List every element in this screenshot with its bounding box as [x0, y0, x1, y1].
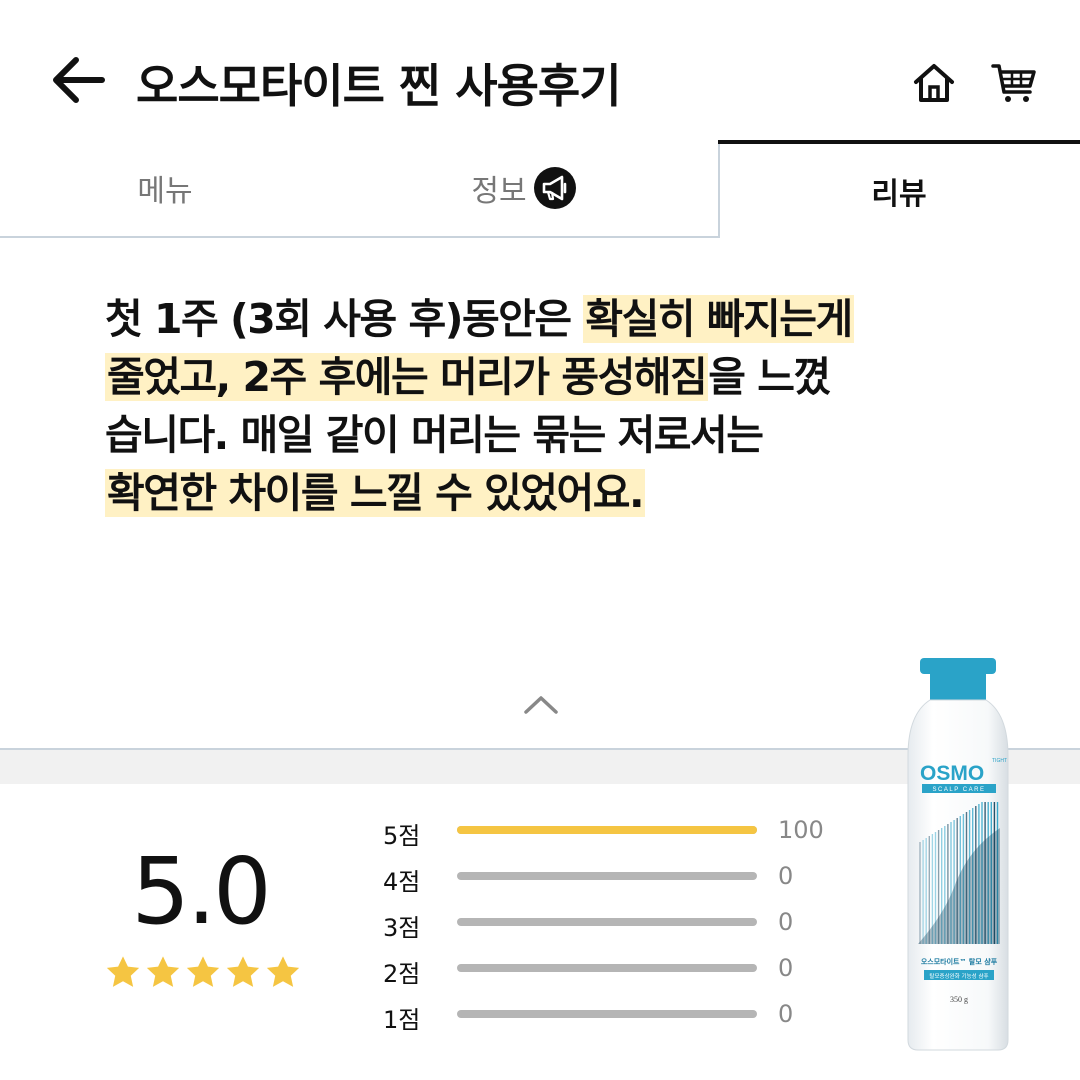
star-icon [186, 956, 220, 987]
tab-menu[interactable]: 메뉴 [0, 140, 330, 238]
cart-icon [991, 64, 1036, 102]
rating-row-count: 0 [778, 954, 794, 982]
home-icon [914, 64, 954, 102]
tab-bar: 메뉴 정보 리뷰 [0, 140, 1080, 238]
rating-row-count: 100 [778, 816, 824, 844]
rating-row: 3점 0 [383, 904, 833, 950]
top-app-bar: 오스모타이트 찐 사용후기 [0, 0, 1080, 140]
tab-menu-label: 메뉴 [137, 174, 193, 209]
review-highlight: 확연한 차이를 느낄 수 있었어요. [105, 469, 646, 517]
megaphone-icon [533, 167, 576, 209]
product-image: OSMO TIGHT SCALP CARE 오스모타이트™ 탈모 샴푸 탈모증상… [907, 658, 1009, 1051]
star-icon [226, 956, 260, 987]
product-weight: 350 g [950, 995, 968, 1004]
average-score: 5.0 [131, 838, 271, 945]
review-line: 첫 1주 (3회 사용 후)동안은 확실히 빠지는게 [105, 290, 935, 348]
product-sub-brand: SCALP CARE [933, 787, 986, 793]
star-icon [146, 956, 180, 987]
back-button[interactable] [48, 52, 108, 108]
tab-info[interactable]: 정보 [330, 140, 720, 238]
home-button[interactable] [910, 58, 958, 106]
rating-bar-track [457, 918, 757, 926]
arrow-left-icon [53, 57, 105, 103]
rating-row: 4점 0 [383, 858, 833, 904]
tab-review-label: 리뷰 [871, 177, 927, 212]
product-desc: 탈모증상완화 기능성 샴푸 [929, 972, 988, 980]
star-icon [266, 956, 300, 987]
rating-row: 1점 0 [383, 996, 833, 1042]
rating-row-label: 1점 [383, 1006, 421, 1034]
review-segment: 을 느꼈 [708, 353, 831, 401]
star-rating [104, 954, 304, 994]
review-segment: 첫 1주 (3회 사용 후)동안은 [105, 295, 584, 343]
rating-row-count: 0 [778, 908, 794, 936]
review-line: 습니다. 매일 같이 머리는 묶는 저로서는 [105, 406, 935, 464]
rating-bar-track [457, 826, 757, 834]
rating-row-count: 0 [778, 862, 794, 890]
product-name: 오스모타이트™ 탈모 샴푸 [921, 957, 998, 966]
review-line: 확연한 차이를 느낄 수 있었어요. [105, 464, 935, 522]
rating-distribution: 5점 100 4점 0 3점 0 2점 0 1점 0 [383, 812, 833, 1042]
review-text: 첫 1주 (3회 사용 후)동안은 확실히 빠지는게 줄었고, 2주 후에는 머… [105, 290, 935, 522]
rating-row: 5점 100 [383, 812, 833, 858]
star-icon [106, 956, 140, 987]
tab-info-label: 정보 [471, 174, 527, 209]
rating-bar-track [457, 872, 757, 880]
rating-row-label: 5점 [383, 822, 421, 850]
rating-bar-fill [457, 826, 757, 834]
rating-bar-track [457, 1010, 757, 1018]
product-brand: OSMO [920, 762, 984, 785]
rating-bar-track [457, 964, 757, 972]
product-brand-sup: TIGHT [992, 758, 1007, 764]
review-highlight: 줄었고, 2주 후에는 머리가 풍성해짐 [105, 353, 709, 401]
rating-row-label: 2점 [383, 960, 421, 988]
rating-row-count: 0 [778, 1000, 794, 1028]
rating-row: 2점 0 [383, 950, 833, 996]
rating-row-label: 3점 [383, 914, 421, 942]
review-segment: 습니다. 매일 같이 머리는 묶는 저로서는 [105, 411, 764, 459]
cart-button[interactable] [990, 58, 1038, 106]
page-title: 오스모타이트 찐 사용후기 [136, 59, 622, 113]
rating-row-label: 4점 [383, 868, 421, 896]
review-line: 줄었고, 2주 후에는 머리가 풍성해짐을 느꼈 [105, 348, 935, 406]
review-highlight: 확실히 빠지는게 [583, 295, 854, 343]
collapse-button[interactable] [520, 690, 562, 718]
tab-review[interactable]: 리뷰 [718, 140, 1080, 238]
chevron-up-icon [524, 696, 558, 714]
